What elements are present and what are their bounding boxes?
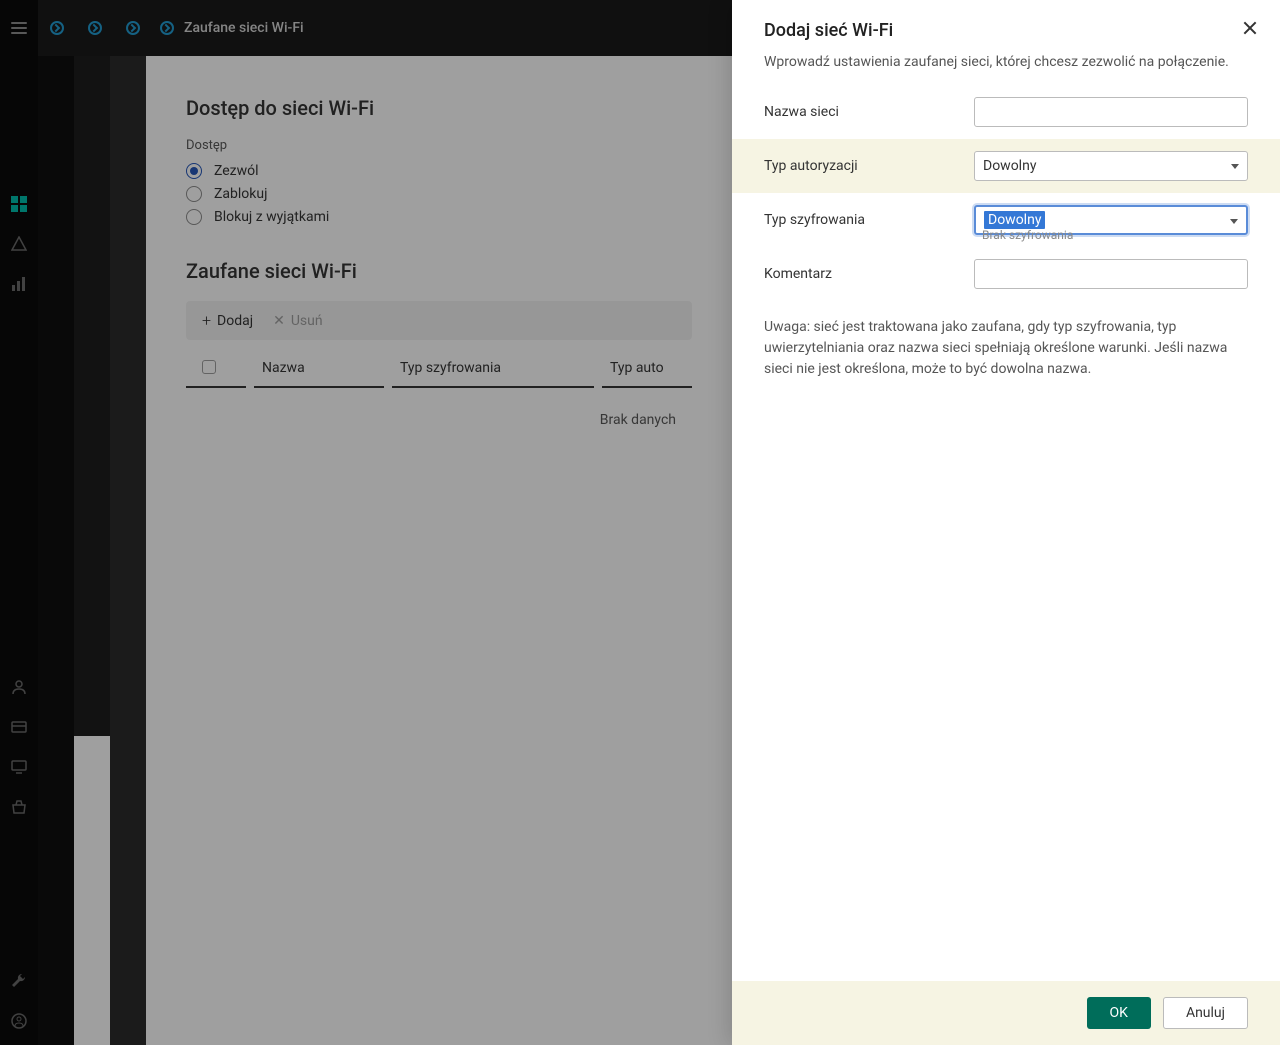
add-wifi-panel: Dodaj sieć Wi-Fi Wprowadź ustawienia zau… [732,0,1280,1045]
form-row-encryption-type: Typ szyfrowania Dowolny Brak szyfrowania [732,193,1280,247]
hamburger-menu-button[interactable] [0,0,38,56]
column-header-auth[interactable]: Typ auto [602,350,692,388]
cancel-button[interactable]: Anuluj [1163,997,1248,1029]
access-label: Dostęp [186,138,692,153]
nav-icon-basket[interactable] [11,799,27,815]
secondary-rail [38,56,74,1045]
trusted-section-title: Zaufane sieci Wi-Fi [186,259,692,283]
column-header-encryption[interactable]: Typ szyfrowania [392,350,594,388]
chevron-circle-icon [50,21,64,35]
panel-title: Dodaj sieć Wi-Fi [764,20,1248,41]
main-content: Dostęp do sieci Wi-Fi Dostęp Zezwól Zabl… [146,56,732,1045]
panel-header: Dodaj sieć Wi-Fi [732,0,1280,53]
encryption-type-label: Typ szyfrowania [764,212,974,228]
form-row-auth-type: Typ autoryzacji Dowolny [732,139,1280,193]
no-data-text: Brak danych [186,388,692,452]
radio-block[interactable]: Zablokuj [186,186,692,202]
radio-block-except[interactable]: Blokuj z wyjątkami [186,209,692,225]
left-nav-rail [0,0,38,1045]
access-section-title: Dostęp do sieci Wi-Fi [186,96,692,120]
add-button[interactable]: + Dodaj [202,311,253,330]
hamburger-icon [11,22,27,34]
chevron-circle-icon [126,21,140,35]
ok-button[interactable]: OK [1087,997,1151,1029]
panel-description: Wprowadź ustawienia zaufanej sieci, któr… [732,53,1280,85]
radio-allow[interactable]: Zezwól [186,163,692,179]
encryption-type-value: Dowolny [984,211,1045,229]
column-header-name[interactable]: Nazwa [254,350,384,388]
radio-icon [186,209,202,225]
radio-label: Zezwól [214,163,259,179]
secondary-rail [74,56,110,736]
nav-icon-account[interactable] [11,1013,27,1029]
add-button-label: Dodaj [217,313,253,329]
comment-label: Komentarz [764,266,974,282]
nav-icon-user[interactable] [11,679,27,695]
table-toolbar: + Dodaj ✕ Usuń [186,301,692,340]
network-name-label: Nazwa sieci [764,104,974,120]
comment-input[interactable] [974,259,1248,289]
delete-button-label: Usuń [291,313,323,329]
panel-body: Nazwa sieci Typ autoryzacji Dowolny Typ … [732,85,1280,981]
breadcrumb-back-3[interactable] [114,0,152,56]
nav-icon-wrench[interactable] [11,973,27,989]
radio-label: Blokuj z wyjątkami [214,209,329,225]
plus-icon: + [202,311,211,330]
radio-label: Zablokuj [214,186,267,202]
nav-icon-stats[interactable] [11,276,27,292]
nav-icon-monitor[interactable] [11,759,27,775]
table-header: Nazwa Typ szyfrowania Typ auto [186,350,692,388]
nav-icon-dashboard[interactable] [11,196,27,212]
delete-button[interactable]: ✕ Usuń [273,313,323,329]
auth-type-select[interactable]: Dowolny [974,151,1248,181]
radio-icon [186,186,202,202]
form-row-network-name: Nazwa sieci [732,85,1280,139]
select-all-checkbox[interactable] [186,350,246,388]
breadcrumb-back-1[interactable] [38,0,76,56]
x-icon: ✕ [273,313,285,329]
chevron-circle-icon [160,21,174,35]
page-title: Zaufane sieci Wi-Fi [184,20,304,36]
panel-note: Uwaga: sieć jest traktowana jako zaufana… [732,301,1280,396]
header-bar: Zaufane sieci Wi-Fi [38,0,732,56]
checkbox-icon [202,360,216,374]
encryption-type-select[interactable]: Dowolny Brak szyfrowania [974,205,1248,235]
breadcrumb-back-2[interactable] [76,0,114,56]
chevron-circle-icon [88,21,102,35]
auth-type-label: Typ autoryzacji [764,158,974,174]
form-row-comment: Komentarz [732,247,1280,301]
close-button[interactable] [1240,18,1260,38]
radio-icon [186,163,202,179]
nav-icon-card[interactable] [11,719,27,735]
auth-type-value: Dowolny [983,158,1036,174]
nav-icon-warning[interactable] [11,236,27,252]
panel-footer: OK Anuluj [732,981,1280,1045]
network-name-input[interactable] [974,97,1248,127]
secondary-rail [110,56,146,1045]
